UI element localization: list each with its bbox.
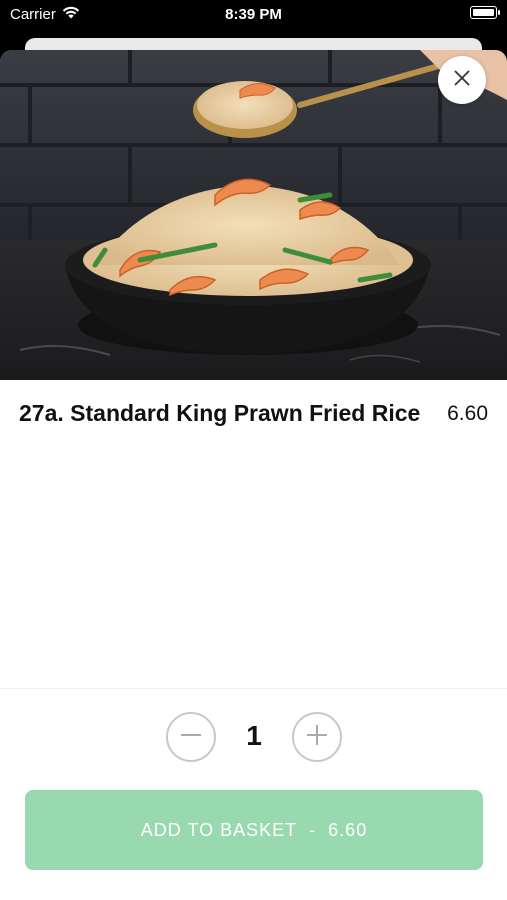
item-detail-sheet: 27a. Standard King Prawn Fried Rice 6.60… [0, 50, 507, 900]
battery-icon [470, 6, 500, 19]
decrease-quantity-button[interactable] [166, 712, 216, 762]
fried-rice-photo [0, 50, 507, 380]
quantity-value: 1 [246, 720, 262, 751]
close-icon [452, 68, 472, 93]
add-to-basket-separator: - [309, 819, 317, 840]
item-price: 6.60 [447, 402, 488, 425]
quantity-stepper: 1 [0, 712, 507, 762]
add-to-basket-price: 6.60 [328, 819, 368, 840]
increase-quantity-button[interactable] [292, 712, 342, 762]
item-header: 27a. Standard King Prawn Fried Rice 6.60 [0, 400, 507, 430]
add-to-basket-button[interactable]: ADD TO BASKET - 6.60 [25, 790, 483, 870]
status-bar: Carrier 8:39 PM [0, 0, 507, 30]
status-time: 8:39 PM [225, 6, 282, 23]
item-title: 27a. Standard King Prawn Fried Rice [19, 400, 421, 426]
divider [0, 688, 507, 689]
add-to-basket-label: ADD TO BASKET [140, 819, 298, 840]
plus-icon [304, 722, 330, 753]
close-button[interactable] [438, 56, 486, 104]
minus-icon [178, 722, 204, 753]
